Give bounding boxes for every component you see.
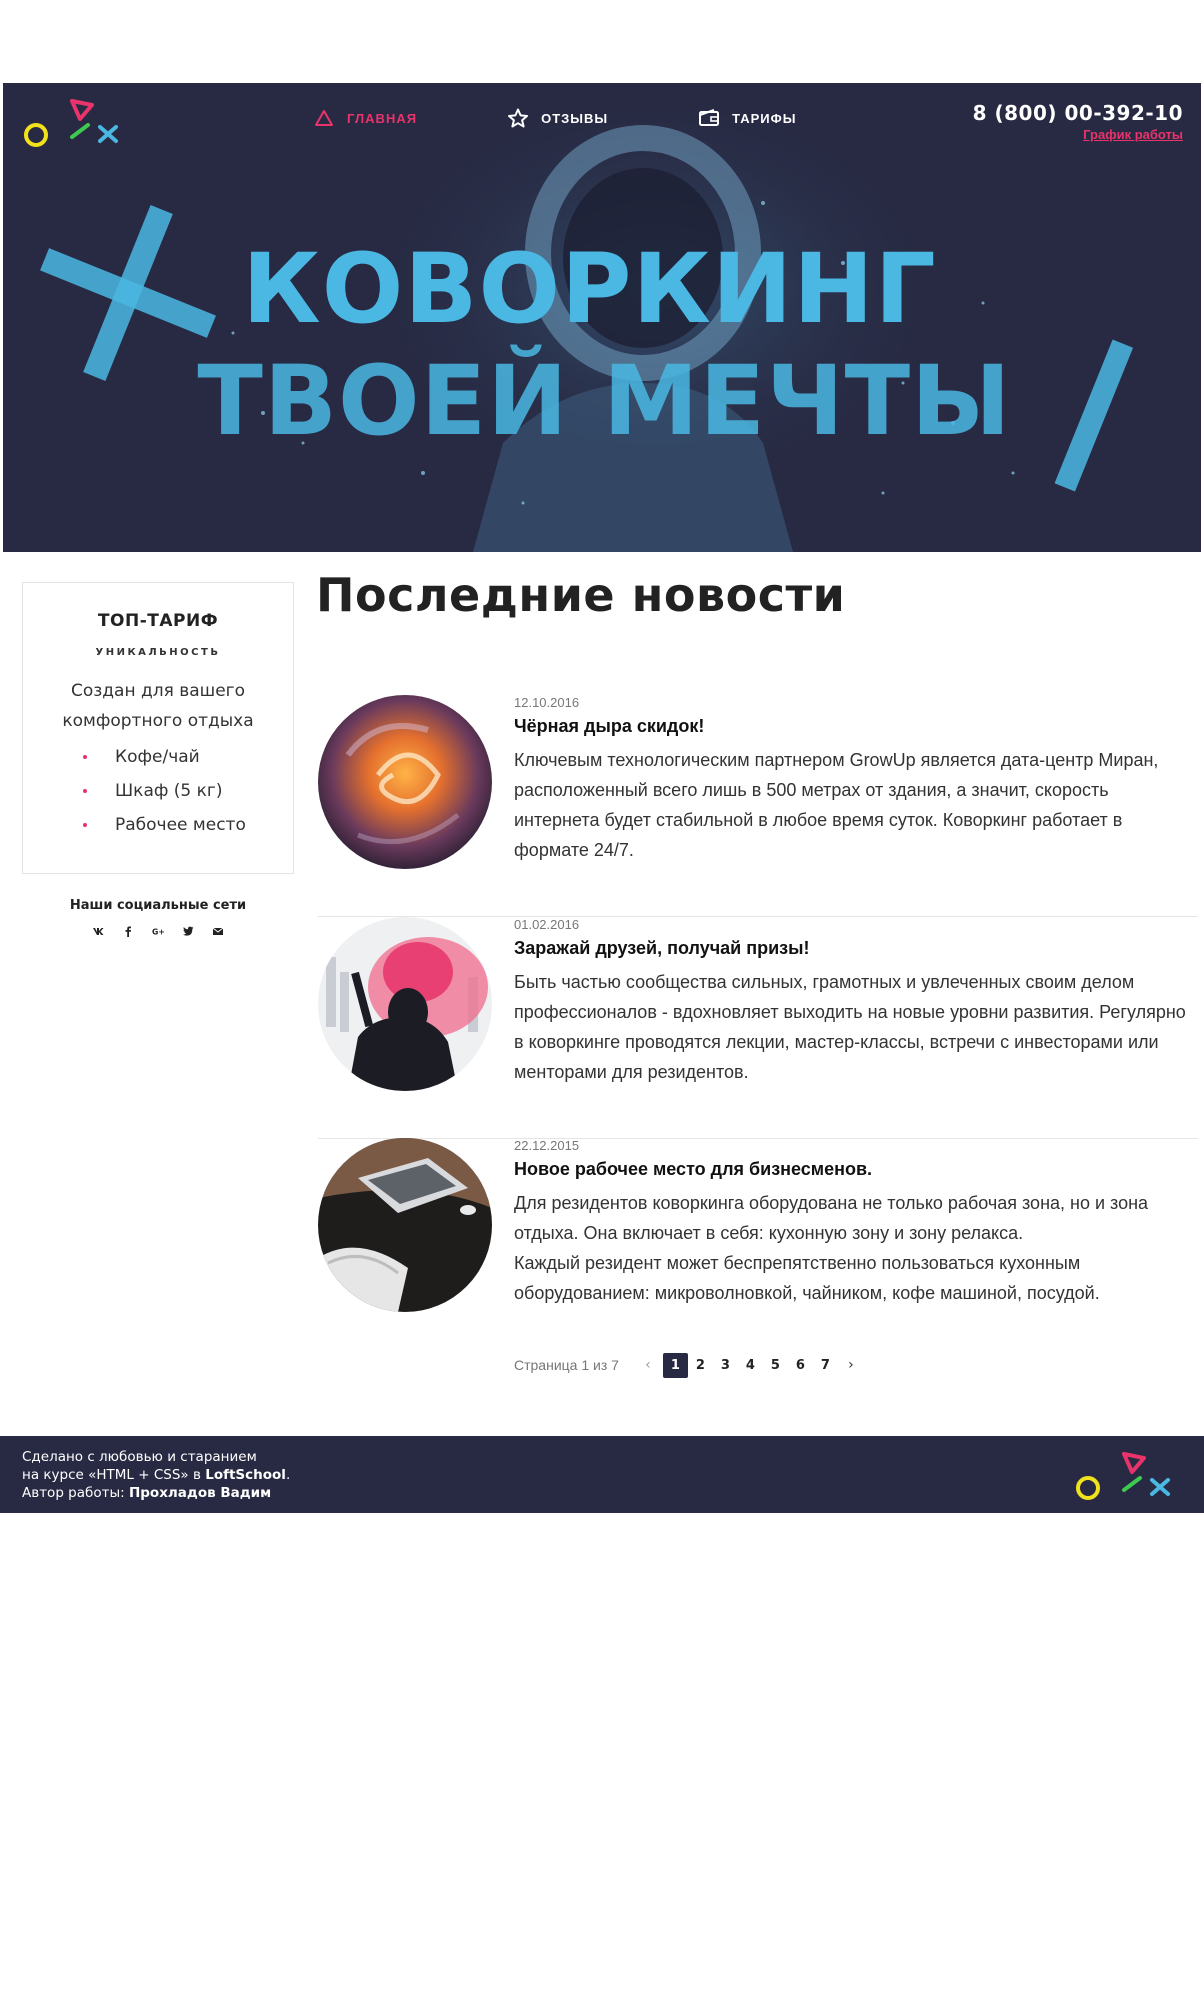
top-tariff-card: ТОП-ТАРИФ УНИКАЛЬНОСТЬ Создан для вашего…	[22, 582, 294, 874]
footer-brand[interactable]: LoftSchool	[205, 1467, 286, 1483]
news-text: Ключевым технологическим партнером GrowU…	[514, 750, 1159, 860]
hero-title-line1: Коворкинг	[242, 233, 937, 345]
news-item: 12.10.2016 Чёрная дыра скидок! Ключевым …	[318, 695, 1198, 917]
nav-item-reviews[interactable]: ОТЗЫВЫ	[507, 103, 608, 133]
nav-item-home[interactable]: ГЛАВНАЯ	[313, 103, 417, 133]
footer-line3-prefix: Автор работы:	[22, 1485, 129, 1501]
tariff-subtitle: УНИКАЛЬНОСТЬ	[95, 647, 221, 658]
logo[interactable]	[20, 93, 130, 153]
footer-credits: Сделано с любовью и старанием на курсе «…	[22, 1448, 290, 1502]
tariff-feature: Рабочее место	[83, 808, 293, 842]
news-headline[interactable]: Новое рабочее место для бизнесменов.	[514, 1159, 1194, 1180]
news-date: 22.12.2015	[514, 1138, 580, 1153]
footer-line1: Сделано с любовью и старанием	[22, 1449, 257, 1465]
laptop-desk-image	[318, 1138, 492, 1312]
news-item: 22.12.2015 Новое рабочее место для бизне…	[318, 1138, 1198, 1360]
nav-label-tariffs: ТАРИФЫ	[732, 110, 797, 126]
pagination-page[interactable]: 1	[662, 1352, 688, 1378]
footer-author: Прохладов Вадим	[128, 1485, 272, 1501]
pagination-next-icon[interactable]: ›	[842, 1357, 860, 1373]
pagination-page[interactable]: 7	[813, 1353, 838, 1378]
main-nav: ГЛАВНАЯ ОТЗЫВЫ ТАРИФЫ	[313, 103, 886, 133]
footer-line2-prefix: на курсе «HTML + CSS» в	[22, 1467, 206, 1483]
tariff-description: Создан для вашего комфортного отдыха	[62, 681, 254, 731]
phone-number[interactable]: 8 (800) 00-392-10	[973, 101, 1183, 125]
hero-title-line2: твоей мечты	[197, 345, 1012, 457]
smoke-swirl-image	[318, 695, 492, 869]
nav-item-tariffs[interactable]: ТАРИФЫ	[698, 103, 796, 133]
footer-line2-suffix: .	[285, 1467, 291, 1483]
twitter-icon[interactable]	[182, 925, 194, 937]
wallet-icon	[699, 109, 720, 126]
pagination-label: Страница 1 из 7	[514, 1357, 619, 1373]
news-body: 01.02.2016 Заражай друзей, получай призы…	[514, 917, 1194, 1087]
hero-title: Коворкинг твоей мечты	[3, 233, 1201, 457]
social-icons: G+	[22, 925, 294, 937]
tariff-feature: Кофе/чай	[83, 740, 293, 774]
news-text: Быть частью сообщества сильных, грамотны…	[514, 972, 1186, 1082]
tariff-title: ТОП-ТАРИФ	[97, 611, 219, 631]
pagination-prev-icon[interactable]: ‹	[639, 1357, 657, 1373]
mail-icon[interactable]	[212, 925, 224, 937]
news-image[interactable]	[318, 695, 492, 869]
facebook-icon[interactable]	[122, 925, 134, 937]
google-plus-icon[interactable]: G+	[152, 925, 164, 937]
social-block: Наши социальные сети G+	[22, 898, 294, 937]
pagination-page[interactable]: 4	[738, 1353, 763, 1378]
news-section-title: Последние новости	[316, 568, 846, 622]
flare-person-image	[318, 917, 492, 1091]
news-item: 01.02.2016 Заражай друзей, получай призы…	[318, 917, 1198, 1139]
pagination-page[interactable]: 5	[763, 1353, 788, 1378]
nav-label-reviews: ОТЗЫВЫ	[541, 110, 609, 126]
phone-block: 8 (800) 00-392-10 График работы	[973, 101, 1183, 144]
pagination-page[interactable]: 2	[688, 1353, 713, 1378]
news-headline[interactable]: Заражай друзей, получай призы!	[514, 938, 1194, 959]
pagination-page[interactable]: 3	[713, 1353, 738, 1378]
pagination: Страница 1 из 7 ‹ 1 2 3 4 5 6 7 ›	[514, 1352, 866, 1378]
news-text: Для резидентов коворкинга оборудована не…	[514, 1193, 1149, 1303]
news-headline[interactable]: Чёрная дыра скидок!	[514, 716, 1194, 737]
news-image[interactable]	[318, 917, 492, 1091]
tariff-feature: Шкаф (5 кг)	[83, 774, 293, 808]
news-date: 12.10.2016	[514, 695, 580, 710]
news-image[interactable]	[318, 1138, 492, 1312]
footer-logo[interactable]	[1072, 1446, 1182, 1506]
social-title: Наши социальные сети	[69, 898, 247, 913]
schedule-link[interactable]: График работы	[1083, 127, 1183, 142]
triangle-icon	[315, 110, 333, 126]
star-icon	[508, 108, 529, 128]
nav-label-home: ГЛАВНАЯ	[347, 110, 418, 126]
news-body: 22.12.2015 Новое рабочее место для бизне…	[514, 1138, 1194, 1308]
vk-icon[interactable]	[92, 925, 104, 937]
hero-banner: ГЛАВНАЯ ОТЗЫВЫ ТАРИФЫ 8 (800) 00-392-10 …	[3, 83, 1201, 552]
news-date: 01.02.2016	[514, 917, 580, 932]
footer: Сделано с любовью и старанием на курсе «…	[0, 1436, 1204, 1513]
svg-text:G+: G+	[152, 927, 164, 936]
pagination-page[interactable]: 6	[788, 1353, 813, 1378]
news-body: 12.10.2016 Чёрная дыра скидок! Ключевым …	[514, 695, 1194, 865]
tariff-feature-list: Кофе/чай Шкаф (5 кг) Рабочее место	[23, 740, 293, 842]
